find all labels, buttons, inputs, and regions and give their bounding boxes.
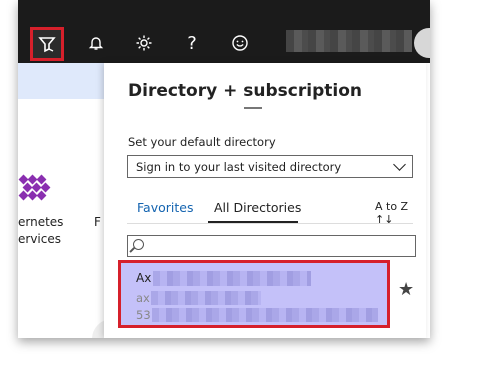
- background-page: [18, 63, 106, 338]
- smiley-icon: [232, 35, 248, 51]
- scroll-hint: [244, 107, 262, 109]
- kubernetes-services-label-line2: ervices: [18, 232, 61, 246]
- next-service-label: F: [94, 215, 101, 229]
- kubernetes-services-label-line1: ernetes: [18, 215, 64, 229]
- settings-button[interactable]: [130, 29, 158, 57]
- default-directory-label: Set your default directory: [128, 135, 276, 149]
- dropdown-value: Sign in to your last visited directory: [136, 160, 342, 174]
- favorite-star-icon[interactable]: ★: [398, 279, 414, 300]
- help-icon: ?: [187, 32, 197, 54]
- panel-title: Directory + subscription: [128, 81, 362, 101]
- portal-window: ? ernetes F ervices Directory + subscrip…: [18, 0, 430, 338]
- directory-list-item[interactable]: Ax ax 53: [118, 260, 390, 328]
- directory-filter-icon: [38, 37, 56, 53]
- directory-id: 53: [136, 308, 151, 322]
- directory-filter-button[interactable]: [30, 27, 64, 61]
- bell-icon: [88, 37, 104, 50]
- notifications-button[interactable]: [82, 29, 110, 57]
- tab-divider: [127, 223, 413, 224]
- top-bar: ?: [18, 0, 430, 63]
- kubernetes-services-icon: [18, 174, 51, 201]
- avatar[interactable]: [414, 28, 430, 58]
- sort-button[interactable]: A to Z ↑↓: [375, 200, 426, 226]
- directory-domain: ax: [136, 291, 150, 305]
- feedback-button[interactable]: [226, 29, 254, 57]
- directory-domain-blurred: [151, 291, 261, 305]
- search-icon: [133, 239, 144, 250]
- default-directory-dropdown[interactable]: Sign in to your last visited directory: [127, 155, 413, 178]
- gear-icon: [136, 35, 152, 51]
- tab-favorites[interactable]: Favorites: [137, 200, 193, 215]
- directory-subscription-panel: Directory + subscription Set your defaul…: [104, 63, 426, 338]
- background-banner: [18, 63, 106, 99]
- directory-name: Ax: [136, 271, 152, 285]
- tab-all-directories[interactable]: All Directories: [214, 200, 301, 215]
- directory-name-blurred: [153, 271, 311, 286]
- directory-id-blurred: [152, 308, 378, 322]
- account-name-blurred[interactable]: [286, 30, 412, 52]
- help-button[interactable]: ?: [178, 29, 206, 57]
- chevron-down-icon: [393, 158, 406, 171]
- directory-search-input[interactable]: [127, 235, 416, 257]
